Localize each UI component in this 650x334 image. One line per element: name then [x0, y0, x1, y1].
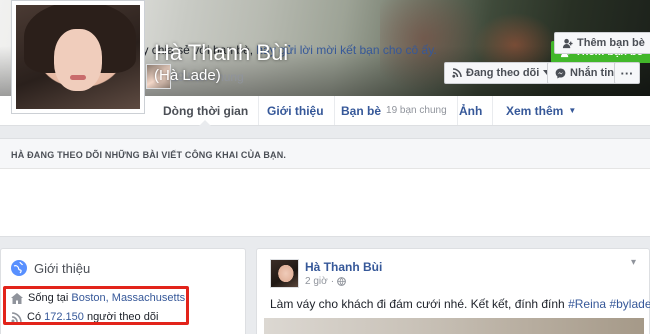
- add-friend-icon: [562, 38, 573, 48]
- notice-header: HÀ ĐANG THEO DÕI NHỮNG BÀI VIẾT CÔNG KHA…: [0, 139, 650, 169]
- tab-about[interactable]: Giới thiệu: [257, 96, 335, 125]
- rss-icon: [452, 68, 462, 78]
- post-author-name[interactable]: Hà Thanh Bùi: [305, 260, 382, 274]
- post-time-label: 2 giờ: [305, 276, 328, 287]
- add-friend-label: Thêm bạn bè: [577, 37, 645, 49]
- following-label: Đang theo dõi: [466, 67, 540, 79]
- active-tab-pointer: [199, 120, 211, 126]
- tab-timeline-label: Dòng thời gian: [163, 103, 249, 118]
- tab-friends-label: Bạn bè: [341, 103, 382, 118]
- post-options-chevron-icon[interactable]: ▾: [631, 257, 636, 268]
- messenger-icon: [555, 67, 566, 78]
- tab-friends[interactable]: Bạn bè 19 bạn chung: [331, 96, 458, 125]
- profile-alternate-name: (Hà Lade): [154, 67, 221, 84]
- red-highlight-box: [3, 286, 189, 325]
- post-timestamp[interactable]: 2 giờ ·: [305, 276, 346, 287]
- profile-picture-image: [16, 5, 140, 109]
- tab-about-label: Giới thiệu: [267, 103, 324, 118]
- post-text-body: Làm váy cho khách đi đám cưới nhé. Kết k…: [270, 297, 569, 311]
- following-button[interactable]: Đang theo dõi: [444, 62, 560, 84]
- avatar-face: [54, 29, 102, 91]
- post-author-avatar[interactable]: [270, 259, 299, 288]
- dot-separator: ·: [330, 276, 335, 287]
- tab-photos[interactable]: Ảnh: [449, 96, 494, 125]
- more-options-label: ···: [620, 65, 634, 81]
- profile-picture[interactable]: [11, 0, 145, 114]
- hashtag-bylade[interactable]: #bylade: [609, 297, 650, 311]
- follow-notice-card: HÀ ĐANG THEO DÕI NHỮNG BÀI VIẾT CÔNG KHA…: [0, 138, 650, 237]
- globe-icon: [337, 277, 346, 286]
- intro-title: Giới thiệu: [34, 261, 91, 276]
- tab-more[interactable]: Xem thêm ▼: [496, 96, 586, 125]
- message-label: Nhắn tin: [570, 67, 614, 79]
- tab-friends-mutual-count: 19 bạn chung: [386, 105, 447, 116]
- avatar-lips: [70, 75, 86, 80]
- more-options-button[interactable]: ···: [614, 62, 640, 84]
- message-button[interactable]: Nhắn tin: [547, 62, 622, 84]
- hashtag-reina[interactable]: #Reina: [568, 297, 606, 311]
- post-photo[interactable]: [264, 318, 644, 334]
- tab-photos-label: Ảnh: [459, 103, 483, 118]
- globe-icon: [11, 260, 27, 276]
- post-text: Làm váy cho khách đi đám cưới nhé. Kết k…: [270, 297, 650, 311]
- profile-name[interactable]: Hà Thanh Bùi: [154, 40, 288, 66]
- tab-more-label: Xem thêm: [506, 103, 564, 118]
- caret-down-icon: ▼: [568, 106, 577, 115]
- add-friend-button[interactable]: Thêm bạn bè: [554, 32, 650, 54]
